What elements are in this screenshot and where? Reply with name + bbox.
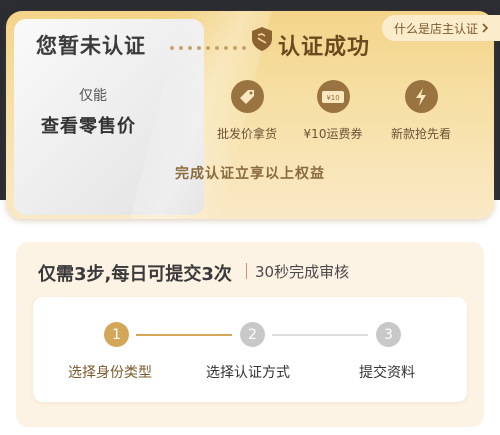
coupon-icon: ¥10 xyxy=(316,80,350,113)
benefit-label: ¥10运费券 xyxy=(303,127,363,141)
title-separator xyxy=(246,263,247,279)
step-1-label: 选择身份类型 xyxy=(68,365,152,381)
step-3-badge: 3 xyxy=(376,322,401,347)
shop-btn-label: 什么是店主认证 xyxy=(393,21,478,36)
lightning-icon xyxy=(404,80,438,113)
only-label: 仅能 xyxy=(79,88,107,104)
what-is-shop-cert-button[interactable]: 什么是店主认证 xyxy=(381,15,500,41)
steps-subtitle: 30秒完成审核 xyxy=(255,263,350,281)
certified-success-title: 认证成功 xyxy=(278,35,371,60)
view-retail-label: 查看零售价 xyxy=(41,116,136,137)
step-3-label: 提交资料 xyxy=(359,365,415,381)
not-certified-title: 您暂未认证 xyxy=(36,34,146,58)
benefit-label: 批发价拿货 xyxy=(216,127,277,141)
benefit-new-arrivals: 新款抢先看 xyxy=(376,80,466,142)
benefit-label: 新款抢先看 xyxy=(390,127,451,141)
step-2-badge: 2 xyxy=(240,322,265,347)
step-line-1 xyxy=(136,334,232,336)
steps-title: 仅需3步,每日可提交3次 xyxy=(38,264,232,285)
benefit-coupon: ¥10 ¥10运费券 xyxy=(288,80,378,142)
benefit-wholesale: 批发价拿货 xyxy=(202,80,292,142)
chevron-right-icon xyxy=(482,23,489,33)
svg-text:¥10: ¥10 xyxy=(326,94,339,102)
tag-icon xyxy=(230,80,264,113)
step-2-label: 选择认证方式 xyxy=(206,365,290,381)
steps-card xyxy=(33,297,467,402)
dotted-connector xyxy=(170,45,250,51)
step-1-badge: 1 xyxy=(104,322,129,347)
benefits-footer: 完成认证立享以上权益 xyxy=(175,166,325,182)
badge-icon xyxy=(252,27,272,51)
step-line-2 xyxy=(272,334,368,336)
